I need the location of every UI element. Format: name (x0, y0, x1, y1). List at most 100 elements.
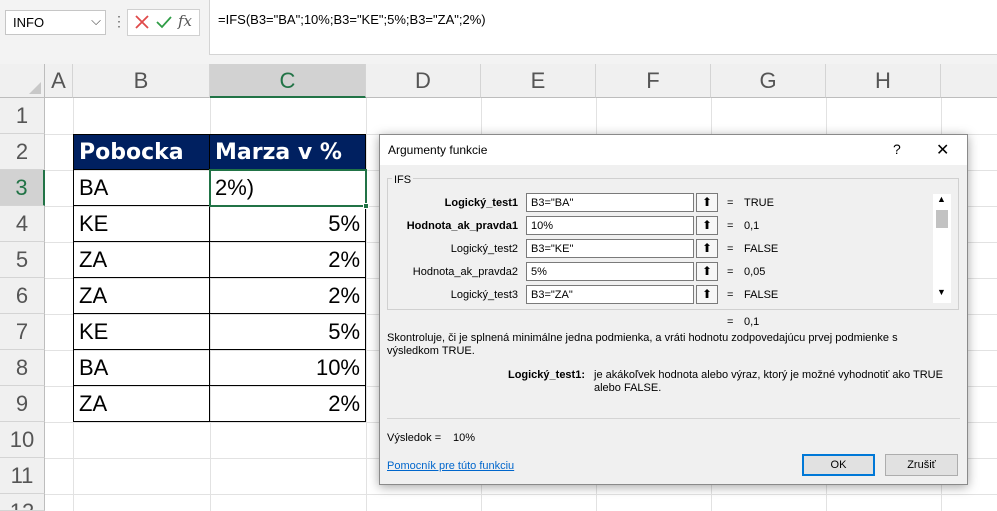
equals-sign: = (727, 220, 734, 232)
arg-label-logicky-test1: Logický_test1 (444, 197, 518, 209)
active-cell-outline (209, 169, 367, 207)
arg-input-logicky-test3[interactable]: B3="ZA" (526, 285, 694, 304)
column-header-b[interactable]: B (73, 64, 210, 98)
arg-result: 0,1 (744, 220, 760, 232)
collapse-dialog-button[interactable]: ⬆ (696, 262, 718, 281)
arg-result: FALSE (744, 243, 779, 255)
cell-c4[interactable]: 5% (210, 206, 366, 242)
cell-b7[interactable]: KE (73, 314, 210, 350)
column-header-f[interactable]: F (596, 64, 711, 98)
arg-result: 0,05 (744, 266, 766, 278)
collapse-dialog-button[interactable]: ⬆ (696, 193, 718, 212)
cell-b5[interactable]: ZA (73, 242, 210, 278)
row-header-9[interactable]: 9 (0, 386, 45, 422)
arrow-up-icon: ⬆ (701, 195, 713, 209)
cell-c8[interactable]: 10% (210, 350, 366, 386)
cell-c7[interactable]: 5% (210, 314, 366, 350)
name-box[interactable]: INFO ⌵ (5, 10, 106, 35)
collapse-dialog-button[interactable]: ⬆ (696, 239, 718, 258)
row-header-1[interactable]: 1 (0, 98, 45, 134)
arrow-up-icon: ⬆ (701, 287, 713, 301)
ok-button[interactable]: OK (802, 454, 875, 476)
chevron-down-icon[interactable]: ⌵ (91, 13, 101, 29)
help-link[interactable]: Pomocník pre túto funkciu (387, 460, 514, 472)
header-cell-marza[interactable]: Marza v % (210, 134, 366, 170)
formula-input[interactable]: =IFS(B3="BA";10%;B3="KE";5%;B3="ZA";2%) (209, 0, 997, 55)
cancel-button[interactable]: Zrušiť (885, 454, 958, 476)
header-cell-pobocka[interactable]: Pobocka (73, 134, 210, 170)
formula-buttons: fx (127, 9, 200, 36)
arrow-up-icon: ⬆ (701, 241, 713, 255)
equals-sign: = (727, 243, 734, 255)
arg-result: TRUE (744, 197, 774, 209)
column-header-c[interactable]: C (210, 64, 366, 98)
row-header-11[interactable]: 11 (0, 458, 45, 494)
column-header-e[interactable]: E (481, 64, 596, 98)
fill-handle[interactable] (363, 203, 369, 209)
function-name-label: IFS (392, 174, 414, 186)
insert-function-button[interactable]: fx (178, 12, 198, 32)
column-header-d[interactable]: D (366, 64, 481, 98)
function-arguments-dialog: Argumenty funkcie ? ✕ IFS Logický_test1 … (379, 134, 968, 485)
collapse-dialog-button[interactable]: ⬆ (696, 285, 718, 304)
equals-sign: = (727, 316, 734, 328)
arg-input-hodnota2[interactable]: 5% (526, 262, 694, 281)
cell-b4[interactable]: KE (73, 206, 210, 242)
arg-input-logicky-test2[interactable]: B3="KE" (526, 239, 694, 258)
cell-c5[interactable]: 2% (210, 242, 366, 278)
dialog-title: Argumenty funkcie (388, 143, 488, 157)
equals-sign: = (727, 197, 734, 209)
cell-b3[interactable]: BA (73, 170, 210, 206)
scrollbar-thumb[interactable] (936, 210, 948, 228)
close-icon[interactable]: ✕ (936, 140, 949, 160)
cell-c6[interactable]: 2% (210, 278, 366, 314)
row-header-7[interactable]: 7 (0, 314, 45, 350)
arrow-up-icon: ⬆ (701, 264, 713, 278)
cell-b6[interactable]: ZA (73, 278, 210, 314)
collapse-dialog-button[interactable]: ⬆ (696, 216, 718, 235)
cell-b9[interactable]: ZA (73, 386, 210, 422)
equals-sign: = (727, 266, 734, 278)
column-header-partial (941, 64, 997, 98)
cell-c9[interactable]: 2% (210, 386, 366, 422)
check-icon[interactable] (154, 12, 174, 32)
row-header-12[interactable]: 12 (0, 494, 45, 511)
row-header-2[interactable]: 2 (0, 134, 45, 170)
chevron-up-icon[interactable]: ▲ (937, 194, 946, 204)
formula-result-preview: 0,1 (744, 316, 760, 328)
help-button[interactable]: ? (893, 141, 901, 157)
result-value: 10% (453, 432, 476, 444)
arg-label-logicky-test2: Logický_test2 (450, 243, 518, 255)
arguments-scrollbar[interactable]: ▲ ▼ (933, 194, 951, 303)
divider (387, 418, 960, 419)
arrow-up-icon: ⬆ (701, 218, 713, 232)
cell-b8[interactable]: BA (73, 350, 210, 386)
chevron-down-icon[interactable]: ▼ (937, 287, 946, 297)
column-header-a[interactable]: A (45, 64, 73, 98)
arg-input-hodnota1[interactable]: 10% (526, 216, 694, 235)
row-header-8[interactable]: 8 (0, 350, 45, 386)
row-header-6[interactable]: 6 (0, 278, 45, 314)
arg-label-hodnota1: Hodnota_ak_pravda1 (406, 220, 518, 232)
arg-input-logicky-test1[interactable]: B3="BA" (526, 193, 694, 212)
column-header-g[interactable]: G (711, 64, 826, 98)
dialog-titlebar[interactable]: Argumenty funkcie ? ✕ (380, 135, 967, 165)
column-header-h[interactable]: H (826, 64, 941, 98)
row-header-5[interactable]: 5 (0, 242, 45, 278)
name-box-value: INFO (13, 15, 45, 30)
parameter-description: je akákoľvek hodnota alebo výraz, ktorý … (594, 369, 943, 394)
formula-bar-area: INFO ⌵ ⋮ fx =IFS(B3="BA";10%;B3="KE";5%;… (0, 0, 997, 64)
function-description: Skontroluje, či je splnená minimálne jed… (387, 332, 898, 357)
row-header-3[interactable]: 3 (0, 170, 45, 206)
arg-result: FALSE (744, 289, 779, 301)
x-icon[interactable] (132, 12, 152, 32)
result-label: Výsledok = (387, 432, 442, 444)
parameter-name: Logický_test1: (507, 369, 585, 381)
gridline (45, 494, 997, 495)
arg-label-logicky-test3: Logický_test3 (450, 289, 518, 301)
select-all-corner[interactable] (0, 64, 45, 98)
row-header-10[interactable]: 10 (0, 422, 45, 458)
gridline (366, 98, 367, 511)
vertical-ellipsis-icon[interactable]: ⋮ (112, 13, 126, 30)
row-header-4[interactable]: 4 (0, 206, 45, 242)
